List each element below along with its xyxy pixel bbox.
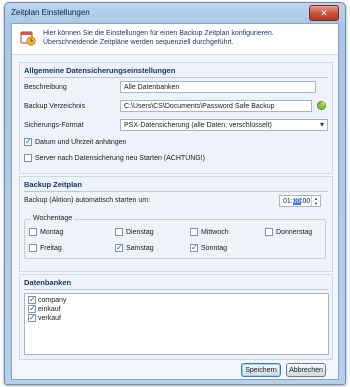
checkbox-box[interactable]: ✓ bbox=[115, 244, 123, 252]
start-time-value: 01:00:00 bbox=[283, 197, 310, 206]
browse-folder-icon[interactable] bbox=[316, 100, 327, 111]
general-settings-title: Allgemeine Datensicherungseinstellungen bbox=[24, 66, 176, 75]
databases-title: Datenbanken bbox=[24, 278, 72, 287]
dialog-content: Hier können Sie die Einstellungen für ei… bbox=[11, 23, 339, 380]
spinner-arrows[interactable]: ▲ ▼ bbox=[311, 196, 320, 206]
checkbox-box[interactable] bbox=[115, 228, 123, 236]
time-minutes: 00 bbox=[292, 198, 301, 205]
info-header: Hier können Sie die Einstellungen für ei… bbox=[12, 24, 338, 55]
backup-directory-label: Backup Verzeichnis bbox=[24, 103, 86, 110]
format-dropdown[interactable]: PSX-Datensicherung (alle Daten; verschlü… bbox=[120, 119, 328, 131]
day-label: Sonntag bbox=[201, 244, 228, 252]
description-input[interactable]: Alle Datenbanken bbox=[120, 81, 316, 93]
dialog-window: Zeitplan Einstellungen ✕ Hier können Sie… bbox=[4, 2, 346, 385]
database-item-einkauf[interactable]: ✓ einkauf bbox=[28, 305, 61, 313]
checkbox-box[interactable] bbox=[265, 228, 273, 236]
checkbox-box[interactable]: ✓ bbox=[190, 244, 198, 252]
database-label: verkauf bbox=[38, 314, 61, 322]
description-label: Beschreibung bbox=[24, 84, 67, 91]
day-label: Donnerstag bbox=[276, 228, 313, 236]
cancel-button[interactable]: Abbrechen bbox=[286, 363, 326, 377]
checkbox-box[interactable] bbox=[29, 244, 37, 252]
time-hours: 01: bbox=[283, 198, 293, 205]
restart-server-label: Server nach Datensicherung neu Starten (… bbox=[35, 154, 206, 162]
databases-panel: Datenbanken ✓ company ✓ einkauf ✓ verkau… bbox=[19, 274, 333, 360]
close-button[interactable]: ✕ bbox=[309, 5, 339, 21]
day-label: Mittwoch bbox=[201, 228, 229, 236]
save-button[interactable]: Speichern bbox=[241, 363, 281, 377]
day-checkbox-mittwoch[interactable]: Mittwoch bbox=[190, 228, 229, 236]
checkbox-box[interactable]: ✓ bbox=[28, 314, 36, 322]
calendar-clock-icon bbox=[20, 31, 36, 46]
checkbox-box[interactable] bbox=[24, 154, 32, 162]
section-divider bbox=[24, 191, 328, 192]
schedule-panel: Backup Zeitplan Backup (Aktion) automati… bbox=[19, 176, 333, 272]
database-label: company bbox=[38, 296, 67, 304]
checkbox-box[interactable] bbox=[190, 228, 198, 236]
day-checkbox-montag[interactable]: Montag bbox=[29, 228, 63, 236]
restart-server-checkbox[interactable]: Server nach Datensicherung neu Starten (… bbox=[24, 154, 205, 162]
day-label: Freitag bbox=[40, 244, 62, 252]
section-divider bbox=[24, 289, 328, 290]
day-label: Montag bbox=[40, 228, 64, 236]
append-datetime-checkbox[interactable]: ✓ Datum und Uhrzeit anhängen bbox=[24, 138, 126, 146]
day-checkbox-dienstag[interactable]: Dienstag bbox=[115, 228, 154, 236]
info-text: Hier können Sie die Einstellungen für ei… bbox=[43, 30, 274, 46]
day-checkbox-freitag[interactable]: Freitag bbox=[29, 244, 62, 252]
checkbox-box[interactable]: ✓ bbox=[28, 296, 36, 304]
weekdays-group: Wochentage Montag Dienstag Mittwoch Donn… bbox=[24, 215, 326, 259]
backup-directory-input[interactable]: C:\Users\CS\Documents\Password Safe Back… bbox=[120, 100, 312, 112]
schedule-title: Backup Zeitplan bbox=[24, 180, 82, 189]
database-list[interactable]: ✓ company ✓ einkauf ✓ verkauf bbox=[24, 293, 329, 355]
format-label: Sicherungs-Format bbox=[24, 122, 84, 129]
general-settings-panel: Allgemeine Datensicherungseinstellungen … bbox=[19, 62, 333, 174]
checkbox-box[interactable] bbox=[29, 228, 37, 236]
day-checkbox-samstag[interactable]: ✓ Samstag bbox=[115, 244, 154, 252]
weekdays-label: Wochentage bbox=[31, 215, 75, 222]
start-time-spinner[interactable]: 01:00:00 ▲ ▼ bbox=[279, 195, 321, 207]
section-divider bbox=[24, 77, 328, 78]
checkbox-box[interactable]: ✓ bbox=[24, 138, 32, 146]
day-label: Samstag bbox=[126, 244, 154, 252]
database-item-verkauf[interactable]: ✓ verkauf bbox=[28, 314, 61, 322]
checkbox-box[interactable]: ✓ bbox=[28, 305, 36, 313]
append-datetime-label: Datum und Uhrzeit anhängen bbox=[35, 138, 127, 146]
database-label: einkauf bbox=[38, 305, 61, 313]
day-checkbox-sonntag[interactable]: ✓ Sonntag bbox=[190, 244, 227, 252]
time-seconds: :00 bbox=[300, 198, 311, 205]
window-title: Zeitplan Einstellungen bbox=[11, 8, 90, 17]
title-bar[interactable]: Zeitplan Einstellungen ✕ bbox=[5, 3, 345, 23]
day-checkbox-donnerstag[interactable]: Donnerstag bbox=[265, 228, 312, 236]
start-time-label: Backup (Aktion) automatisch starten um: bbox=[24, 197, 151, 204]
day-label: Dienstag bbox=[126, 228, 154, 236]
database-item-company[interactable]: ✓ company bbox=[28, 296, 66, 304]
